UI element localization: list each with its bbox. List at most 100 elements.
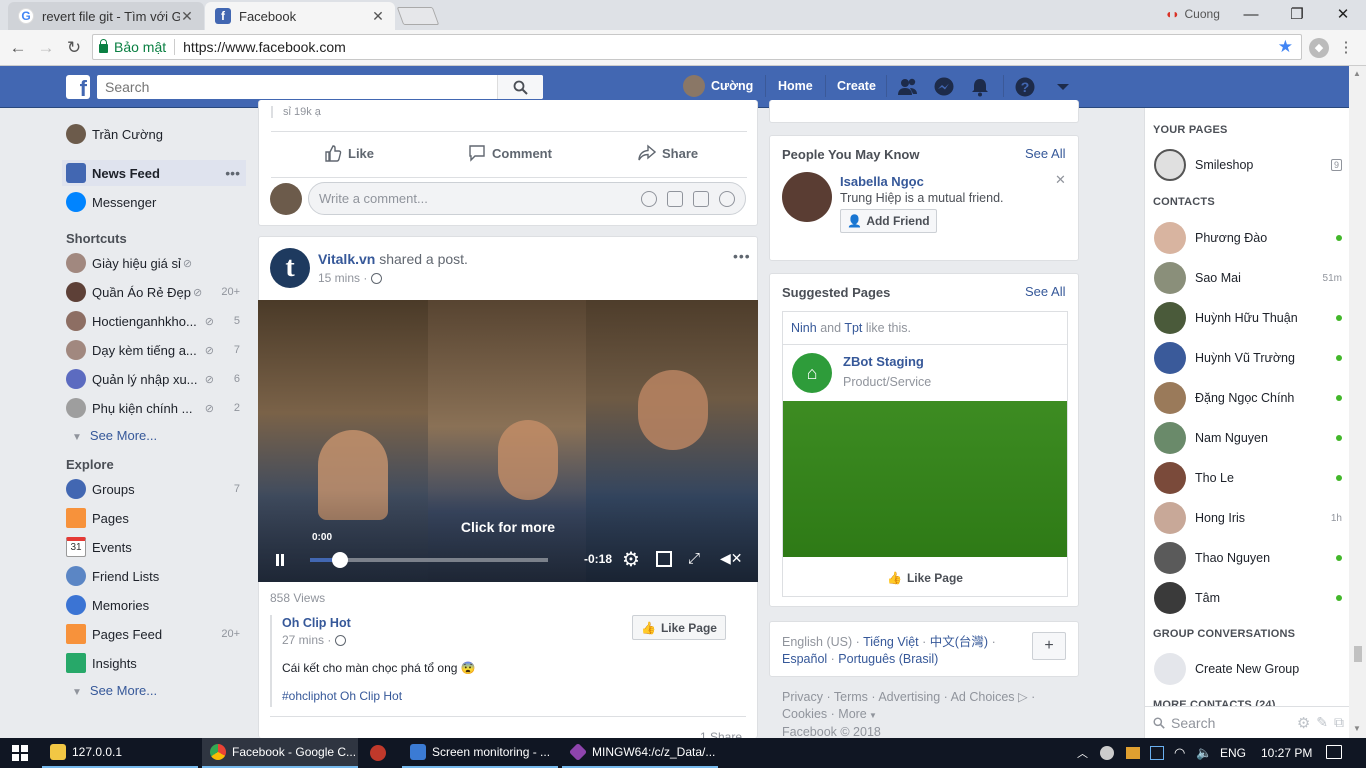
create-group-button[interactable]: Create New Group — [1145, 649, 1350, 689]
avatar[interactable] — [782, 172, 832, 222]
sidebar-item-pages-feed[interactable]: Pages Feed 20+ — [62, 621, 246, 647]
contact-item[interactable]: Nam Nguyen — [1145, 418, 1350, 458]
profile-link[interactable]: Trần Cường — [62, 121, 246, 147]
shortcut-item[interactable]: Quản lý nhập xu... ⊘ 6 — [62, 366, 246, 392]
see-all-link[interactable]: See All — [1025, 146, 1065, 161]
create-link[interactable]: Create — [837, 79, 876, 93]
contact-item[interactable]: Huỳnh Hữu Thuận — [1145, 298, 1350, 338]
sidebar-item-insights[interactable]: Insights — [62, 650, 246, 676]
minimize-button[interactable]: — — [1231, 3, 1271, 27]
time-text[interactable]: 27 mins · — [282, 633, 331, 647]
close-icon[interactable]: ✕ — [371, 8, 385, 25]
footer-link[interactable]: More — [838, 707, 866, 721]
taskbar-item-app[interactable] — [362, 738, 398, 768]
page-item-smileshop[interactable]: Smileshop 9 — [1145, 145, 1350, 185]
sidebar-item-groups[interactable]: Groups 7 — [62, 476, 246, 502]
see-all-link[interactable]: See All — [1025, 284, 1065, 299]
tray-app-icon[interactable] — [1126, 747, 1140, 759]
scroll-up-icon[interactable]: ▲ — [1353, 69, 1361, 78]
more-options-icon[interactable]: ••• — [218, 165, 246, 181]
page-logo-icon[interactable]: ⌂ — [792, 353, 832, 393]
page-cover-image[interactable] — [783, 401, 1067, 557]
footer-link[interactable]: Cookies — [782, 707, 827, 721]
help-icon[interactable]: ? — [1014, 77, 1036, 97]
tab-google-search[interactable]: G revert file git - Tìm với Go ✕ — [8, 2, 204, 30]
comment-input[interactable]: Write a comment... — [308, 182, 746, 215]
sidebar-item-pages[interactable]: Pages — [62, 505, 246, 531]
language-link[interactable]: Tiếng Việt — [863, 635, 919, 649]
volume-icon[interactable]: 🔈 — [1196, 745, 1212, 761]
tab-facebook[interactable]: f Facebook ✕ — [205, 2, 395, 30]
menu-kebab-icon[interactable]: ⋮ — [1334, 36, 1358, 60]
sidebar-item-friend-lists[interactable]: Friend Lists — [62, 563, 246, 589]
home-link[interactable]: Home — [778, 79, 813, 93]
close-icon[interactable]: ✕ — [180, 8, 194, 25]
like-page-button[interactable]: 👍 Like Page — [783, 565, 1067, 590]
settings-gear-icon[interactable]: ⚙ — [622, 550, 642, 570]
page-name-link[interactable]: Vitalk.vn — [318, 251, 375, 267]
sidebar-item-messenger[interactable]: Messenger — [62, 189, 246, 215]
camera-icon[interactable] — [667, 191, 683, 207]
close-window-button[interactable]: ✕ — [1323, 3, 1363, 27]
contact-item[interactable]: Sao Mai 51m — [1145, 258, 1350, 298]
gif-icon[interactable] — [693, 191, 709, 207]
contact-item[interactable]: Phương Đào — [1145, 218, 1350, 258]
profile-link[interactable]: Cường — [683, 75, 753, 97]
see-more-explore-link[interactable]: ▼ See More... — [72, 683, 157, 698]
share-button[interactable]: Share — [638, 144, 698, 162]
scrollbar-thumb[interactable] — [1354, 646, 1362, 662]
like-page-button[interactable]: 👍 Like Page — [632, 615, 726, 640]
close-icon[interactable]: ✕ — [1055, 172, 1066, 188]
language-link[interactable]: Português (Brasil) — [838, 652, 938, 666]
notifications-bell-icon[interactable] — [969, 77, 991, 97]
chevron-down-icon[interactable] — [1052, 77, 1074, 97]
post-options-icon[interactable]: ••• — [733, 248, 751, 264]
friend-requests-icon[interactable] — [897, 77, 919, 97]
language-link[interactable]: Español — [782, 652, 827, 666]
browser-profile[interactable]: ◖◗ Cuong — [1165, 7, 1220, 21]
page-scrollbar[interactable]: ▲ ▼ — [1349, 66, 1366, 738]
bookmark-star-icon[interactable]: ★ — [1278, 37, 1293, 57]
emoji-icon[interactable] — [641, 191, 657, 207]
sidebar-item-news-feed[interactable]: News Feed ••• — [62, 160, 246, 186]
shortcut-item[interactable]: Phụ kiện chính ... ⊘ 2 — [62, 395, 246, 421]
video-progress-bar[interactable] — [310, 552, 548, 568]
reload-icon[interactable]: ↻ — [62, 36, 86, 60]
sidebar-item-events[interactable]: 31 Events — [62, 534, 246, 560]
options-icon[interactable]: ⧉ — [1334, 714, 1344, 731]
shortcut-item[interactable]: Quần Áo Rẻ Đẹp ⊘ 20+ — [62, 279, 246, 305]
time-text[interactable]: 15 mins · — [318, 271, 367, 285]
shortcut-item[interactable]: Dạy kèm tiếng a... ⊘ 7 — [62, 337, 246, 363]
facebook-logo-icon[interactable]: f — [66, 75, 90, 99]
search-button[interactable] — [497, 75, 543, 99]
chat-search-bar[interactable]: Search ⚙ ✎ ⧉ — [1145, 706, 1350, 738]
contact-item[interactable]: Tâm — [1145, 578, 1350, 618]
extension-icon[interactable]: ◆ — [1309, 38, 1329, 58]
compose-icon[interactable]: ✎ — [1316, 714, 1328, 731]
see-more-shortcuts-link[interactable]: ▼ See More... — [72, 428, 157, 443]
taskbar-item-screen-monitoring[interactable]: Screen monitoring - ... — [402, 738, 558, 768]
action-center-icon[interactable] — [1326, 745, 1342, 759]
fullscreen-icon[interactable]: ⤢ — [688, 550, 700, 567]
search-input[interactable] — [97, 75, 497, 99]
comment-button[interactable]: Comment — [468, 144, 552, 162]
sticker-icon[interactable] — [719, 191, 735, 207]
maximize-button[interactable]: ❐ — [1277, 3, 1317, 27]
friend-link[interactable]: Tpt — [844, 321, 862, 335]
post-hashtags[interactable]: #ohcliphot Oh Clip Hot — [282, 689, 402, 703]
scroll-down-icon[interactable]: ▼ — [1353, 724, 1361, 733]
taskbar-item-chrome[interactable]: Facebook - Google C... — [202, 738, 358, 768]
start-button[interactable] — [0, 738, 40, 768]
pip-icon[interactable] — [656, 551, 672, 567]
shortcut-item[interactable]: Hoctienganhkho... ⊘ 5 — [62, 308, 246, 334]
pause-icon[interactable] — [276, 554, 279, 566]
page-name-link[interactable]: ZBot Staging — [843, 354, 924, 369]
add-language-button[interactable]: + — [1032, 632, 1066, 660]
contact-item[interactable]: Huỳnh Vũ Trường — [1145, 338, 1350, 378]
page-avatar[interactable]: t — [270, 248, 310, 288]
video-overlay-text[interactable]: Click for more — [258, 519, 758, 535]
language-link[interactable]: 中文(台灣) — [930, 635, 988, 649]
shared-page-link[interactable]: Oh Clip Hot — [282, 616, 351, 630]
sidebar-item-memories[interactable]: Memories — [62, 592, 246, 618]
person-name-link[interactable]: Isabella Ngọc — [840, 174, 924, 189]
